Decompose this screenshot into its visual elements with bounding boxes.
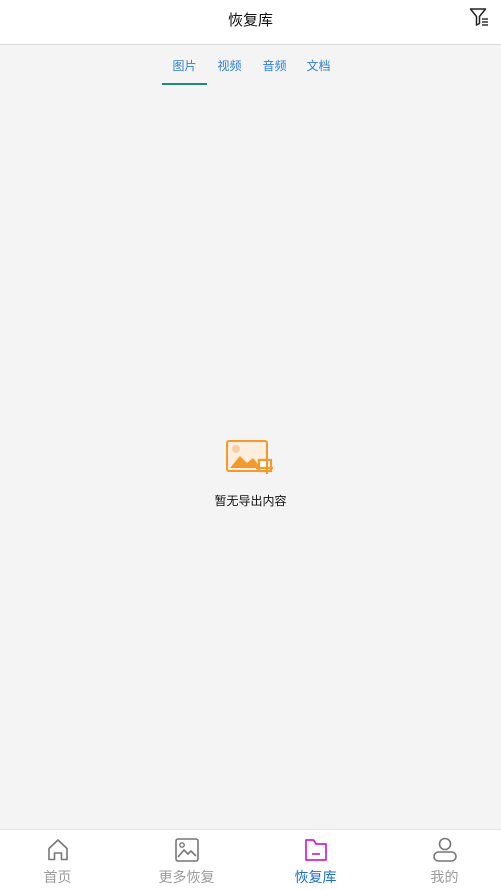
empty-state: 暂无导出内容	[0, 438, 501, 509]
filter-button[interactable]	[469, 7, 489, 27]
bottom-navigation: 首页 更多恢复 恢复库 我的	[0, 829, 501, 890]
tab-documents[interactable]: 文档	[296, 57, 341, 74]
nav-item-label: 更多恢复	[158, 870, 215, 886]
nav-item-label: 我的	[430, 870, 459, 886]
image-icon	[174, 838, 199, 862]
image-export-icon	[225, 440, 273, 474]
filter-icon	[469, 8, 488, 26]
active-tab-indicator	[162, 83, 207, 85]
nav-item-recovery-library[interactable]: 恢复库	[253, 830, 378, 890]
nav-item-home[interactable]: 首页	[0, 830, 120, 890]
media-type-tabs: 图片 视频 音频 文档	[0, 45, 501, 85]
top-app-bar: 恢复库	[0, 0, 501, 45]
nav-item-label: 首页	[43, 870, 72, 886]
empty-state-message: 暂无导出内容	[214, 494, 287, 508]
page-title: 恢复库	[227, 11, 273, 29]
nav-item-label: 恢复库	[294, 870, 337, 886]
folder-icon	[304, 839, 327, 861]
tab-images[interactable]: 图片	[162, 57, 207, 74]
nav-item-profile[interactable]: 我的	[382, 830, 501, 890]
tab-audio[interactable]: 音频	[252, 57, 297, 74]
nav-item-more-recovery[interactable]: 更多恢复	[124, 830, 249, 890]
tab-videos[interactable]: 视频	[207, 57, 252, 74]
user-icon	[432, 837, 457, 862]
home-icon	[47, 839, 68, 861]
